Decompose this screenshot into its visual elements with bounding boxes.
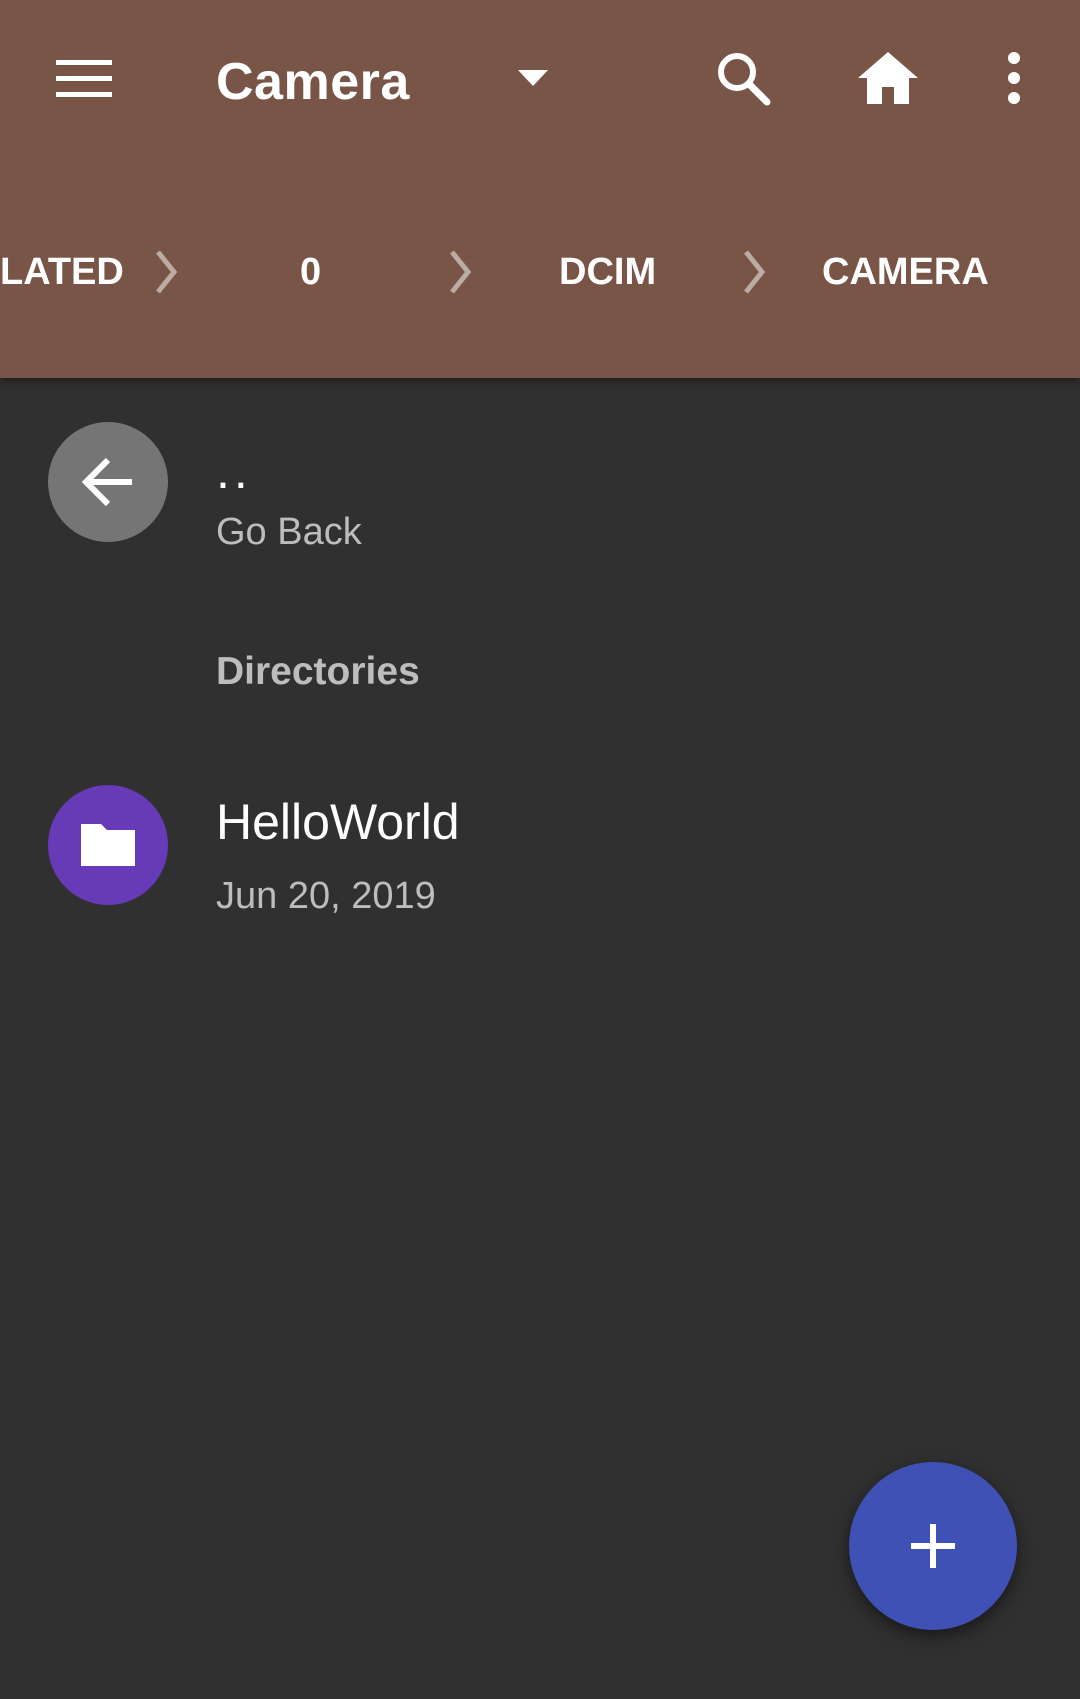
- breadcrumb-item-lated[interactable]: LATED: [0, 222, 124, 322]
- search-button[interactable]: [693, 28, 793, 128]
- arrow-back-icon: [81, 457, 132, 507]
- menu-icon: [56, 60, 112, 97]
- go-back-subtitle: Go Back: [216, 511, 362, 553]
- directory-name: HelloWorld: [216, 794, 460, 850]
- chevron-right-icon: [450, 250, 472, 294]
- folder-icon: [81, 824, 135, 866]
- chevron-right-icon: [744, 250, 766, 294]
- home-button[interactable]: [838, 28, 938, 128]
- toolbar: Camera: [0, 0, 1080, 165]
- section-header-directories: Directories: [216, 650, 420, 693]
- list-item-go-back[interactable]: .. Go Back: [0, 402, 1080, 562]
- more-options-button[interactable]: [964, 28, 1064, 128]
- directory-date: Jun 20, 2019: [216, 875, 436, 917]
- title-dropdown[interactable]: Camera: [216, 40, 576, 124]
- more-vert-icon: [1008, 52, 1020, 104]
- add-button[interactable]: [849, 1462, 1017, 1630]
- add-icon: [911, 1524, 955, 1568]
- breadcrumb-item-camera[interactable]: CAMERA: [822, 222, 989, 322]
- arrow-drop-down-icon: [518, 70, 548, 86]
- list-item-directory[interactable]: HelloWorld Jun 20, 2019: [0, 765, 1080, 925]
- home-icon: [858, 52, 918, 104]
- folder-avatar: [48, 785, 168, 905]
- breadcrumb: LATED 0 DCIM CAMERA: [0, 222, 1080, 322]
- breadcrumb-item-dcim[interactable]: DCIM: [559, 222, 656, 322]
- menu-button[interactable]: [34, 28, 134, 128]
- search-icon: [718, 53, 771, 106]
- go-back-avatar: [48, 422, 168, 542]
- chevron-right-icon: [156, 250, 178, 294]
- page-title: Camera: [216, 53, 410, 111]
- app-bar: Camera LATED 0 DCIM CAMERA: [0, 0, 1080, 378]
- breadcrumb-item-0[interactable]: 0: [300, 222, 321, 322]
- go-back-name: ..: [216, 443, 252, 499]
